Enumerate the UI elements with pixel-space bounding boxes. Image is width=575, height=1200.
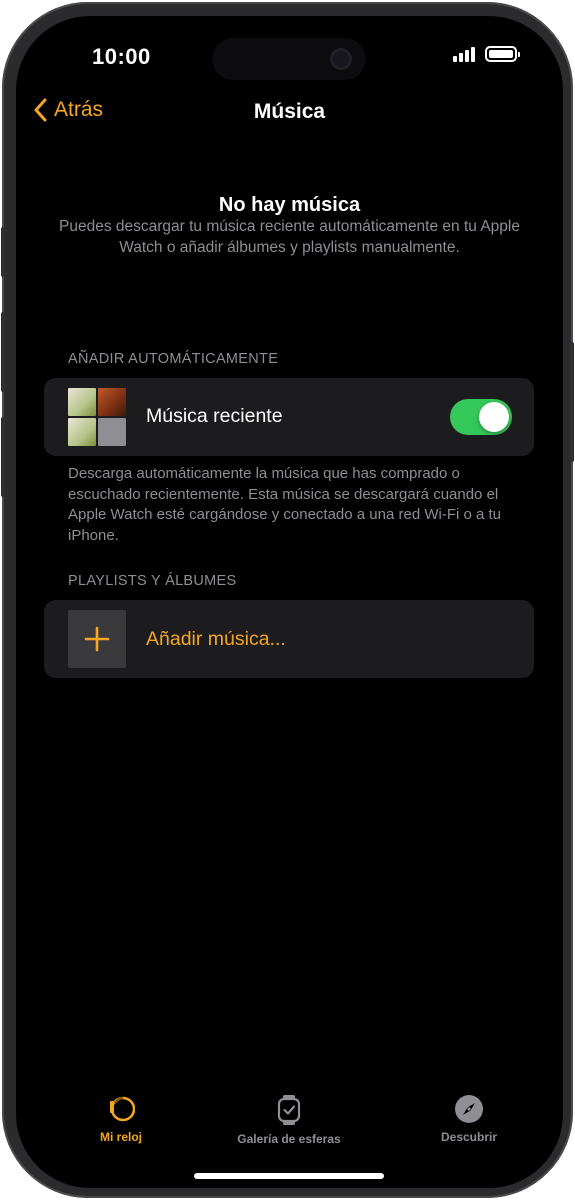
status-icons [453, 46, 520, 62]
tab-discover-label: Descubrir [440, 1130, 498, 1144]
album-art-collage [68, 388, 126, 446]
empty-state-description: Puedes descargar tu música reciente auto… [59, 218, 520, 256]
volume-down-button [1, 417, 5, 497]
side-button [570, 342, 574, 462]
album-art-2 [98, 388, 126, 416]
add-music-tile [68, 610, 126, 668]
tab-face-gallery-label: Galería de esferas [237, 1132, 341, 1146]
album-art-3 [68, 418, 96, 446]
plus-icon [84, 626, 110, 652]
recent-music-label: Música reciente [146, 405, 283, 427]
watch-icon [110, 1096, 135, 1122]
phone-frame: 10:00 Atrás Música No hay música Puedes … [1, 2, 574, 1198]
camera-icon [330, 48, 352, 70]
tab-face-gallery[interactable]: Galería de esferas [221, 1094, 357, 1146]
recent-music-row[interactable]: Música reciente [44, 378, 534, 456]
album-art-1 [68, 388, 96, 416]
action-button [1, 227, 5, 277]
toggle-knob [479, 402, 509, 432]
page-title: Música [253, 100, 326, 123]
home-indicator[interactable] [194, 1173, 384, 1179]
screen: 10:00 Atrás Música No hay música Puedes … [16, 16, 563, 1188]
playlists-section-header: PLAYLISTS Y ÁLBUMES [68, 573, 237, 589]
compass-icon [455, 1095, 483, 1123]
auto-section-header: AÑADIR AUTOMÁTICAMENTE [68, 351, 279, 367]
cellular-signal-icon [453, 46, 475, 62]
add-music-label: Añadir música... [146, 628, 286, 650]
watch-face-icon [277, 1095, 301, 1125]
auto-section-footer: Descarga automáticamente la música que h… [68, 465, 502, 544]
status-time: 10:00 [92, 44, 151, 69]
recent-music-toggle[interactable] [450, 399, 512, 435]
album-art-placeholder [98, 418, 126, 446]
volume-up-button [1, 312, 5, 392]
tab-discover[interactable]: Descubrir [424, 1094, 514, 1144]
tab-my-watch-label: Mi reloj [99, 1130, 142, 1144]
tab-my-watch[interactable]: Mi reloj [76, 1094, 166, 1144]
add-music-row[interactable]: Añadir música... [44, 600, 534, 678]
tab-bar: Mi reloj Galería de esferas Descubrir [16, 1094, 563, 1154]
battery-icon [485, 46, 520, 62]
navigation-bar: Atrás Música [16, 98, 563, 134]
dynamic-island [212, 38, 366, 80]
empty-state-title: No hay música [218, 194, 361, 216]
